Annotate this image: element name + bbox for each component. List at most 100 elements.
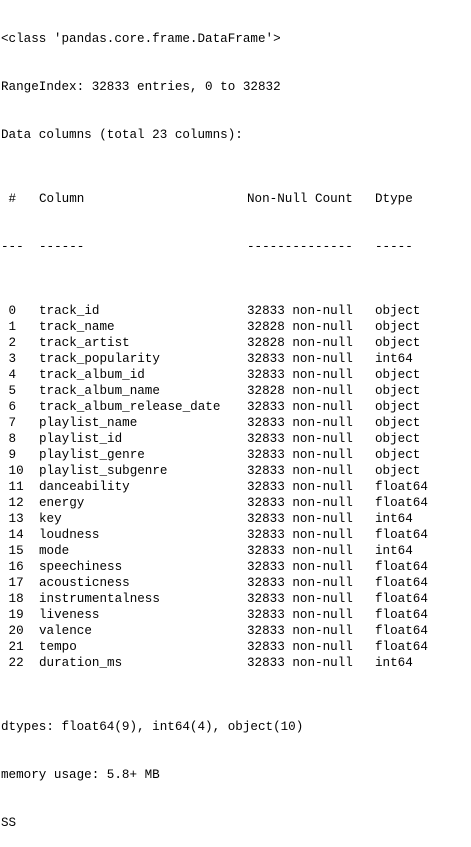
row-dtype: float64	[375, 576, 428, 590]
row-num: 6	[1, 400, 17, 414]
row-dtype: object	[375, 320, 421, 334]
row-num: 8	[1, 432, 17, 446]
table-row: 18 instrumentalness 32833 non-null float64	[1, 591, 469, 607]
dtypes-line: dtypes: float64(9), int64(4), object(10)	[1, 719, 469, 735]
row-column: track_album_release_date	[39, 400, 221, 414]
row-dtype: float64	[375, 592, 428, 606]
row-count: 32828 non-null	[247, 384, 353, 398]
table-row: 0 track_id 32833 non-null object	[1, 303, 469, 319]
row-column: playlist_id	[39, 432, 123, 446]
row-num: 10	[1, 464, 24, 478]
table-row: 15 mode 32833 non-null int64	[1, 543, 469, 559]
row-column: liveness	[39, 608, 100, 622]
table-row: 5 track_album_name 32828 non-null object	[1, 383, 469, 399]
table-row: 1 track_name 32828 non-null object	[1, 319, 469, 335]
row-column: playlist_name	[39, 416, 138, 430]
row-column: loudness	[39, 528, 100, 542]
header-column: Column	[39, 192, 85, 206]
row-num: 18	[1, 592, 24, 606]
row-num: 5	[1, 384, 17, 398]
row-count: 32828 non-null	[247, 336, 353, 350]
row-dtype: object	[375, 384, 421, 398]
row-count: 32833 non-null	[247, 624, 353, 638]
class-line: <class 'pandas.core.frame.DataFrame'>	[1, 31, 469, 47]
row-dtype: float64	[375, 608, 428, 622]
row-count: 32833 non-null	[247, 560, 353, 574]
row-num: 14	[1, 528, 24, 542]
row-num: 22	[1, 656, 24, 670]
row-dtype: object	[375, 336, 421, 350]
row-count: 32833 non-null	[247, 544, 353, 558]
row-num: 9	[1, 448, 17, 462]
table-row: 17 acousticness 32833 non-null float64	[1, 575, 469, 591]
row-count: 32833 non-null	[247, 640, 353, 654]
row-column: playlist_subgenre	[39, 464, 168, 478]
row-num: 3	[1, 352, 17, 366]
header-count: Non-Null Count	[247, 192, 353, 206]
class-line-text: <class 'pandas.core.frame.DataFrame'>	[1, 32, 281, 46]
row-column: acousticness	[39, 576, 130, 590]
row-num: 0	[1, 304, 17, 318]
row-num: 4	[1, 368, 17, 382]
row-count: 32833 non-null	[247, 512, 353, 526]
data-columns-line: Data columns (total 23 columns):	[1, 127, 469, 143]
row-column: track_album_name	[39, 384, 160, 398]
row-num: 19	[1, 608, 24, 622]
prompt-text: SS	[1, 816, 17, 830]
row-dtype: object	[375, 416, 421, 430]
row-column: danceability	[39, 480, 130, 494]
row-dtype: int64	[375, 656, 413, 670]
row-num: 13	[1, 512, 24, 526]
row-count: 32833 non-null	[247, 368, 353, 382]
row-column: instrumentalness	[39, 592, 160, 606]
prompt-line: SS	[1, 815, 469, 831]
rule-column: ------	[39, 240, 85, 254]
row-column: track_name	[39, 320, 115, 334]
row-dtype: float64	[375, 496, 428, 510]
row-dtype: float64	[375, 480, 428, 494]
row-dtype: int64	[375, 512, 413, 526]
row-count: 32833 non-null	[247, 592, 353, 606]
row-num: 16	[1, 560, 24, 574]
row-count: 32833 non-null	[247, 448, 353, 462]
table-rule: --- ------ -------------- -----	[1, 239, 469, 255]
table-row: 9 playlist_genre 32833 non-null object	[1, 447, 469, 463]
row-dtype: float64	[375, 640, 428, 654]
row-count: 32833 non-null	[247, 608, 353, 622]
row-count: 32833 non-null	[247, 464, 353, 478]
rule-num: ---	[1, 240, 24, 254]
row-dtype: float64	[375, 560, 428, 574]
row-num: 15	[1, 544, 24, 558]
row-column: playlist_genre	[39, 448, 145, 462]
table-row: 19 liveness 32833 non-null float64	[1, 607, 469, 623]
table-row: 21 tempo 32833 non-null float64	[1, 639, 469, 655]
row-dtype: float64	[375, 624, 428, 638]
row-column: valence	[39, 624, 92, 638]
row-num: 17	[1, 576, 24, 590]
row-count: 32833 non-null	[247, 496, 353, 510]
table-row: 3 track_popularity 32833 non-null int64	[1, 351, 469, 367]
table-row: 10 playlist_subgenre 32833 non-null object	[1, 463, 469, 479]
range-index-line: RangeIndex: 32833 entries, 0 to 32832	[1, 79, 469, 95]
table-row: 13 key 32833 non-null int64	[1, 511, 469, 527]
table-row: 16 speechiness 32833 non-null float64	[1, 559, 469, 575]
row-dtype: float64	[375, 528, 428, 542]
row-column: key	[39, 512, 62, 526]
table-rows: 0 track_id 32833 non-null object 1 track_nam…	[1, 303, 469, 671]
row-column: tempo	[39, 640, 77, 654]
range-index-text: RangeIndex: 32833 entries, 0 to 32832	[1, 80, 281, 94]
table-row: 2 track_artist 32828 non-null object	[1, 335, 469, 351]
table-row: 8 playlist_id 32833 non-null object	[1, 431, 469, 447]
rule-count: --------------	[247, 240, 353, 254]
row-count: 32828 non-null	[247, 320, 353, 334]
row-dtype: int64	[375, 352, 413, 366]
table-row: 11 danceability 32833 non-null float64	[1, 479, 469, 495]
row-num: 12	[1, 496, 24, 510]
header-dtype: Dtype	[375, 192, 413, 206]
table-row: 4 track_album_id 32833 non-null object	[1, 367, 469, 383]
row-count: 32833 non-null	[247, 400, 353, 414]
row-count: 32833 non-null	[247, 656, 353, 670]
row-num: 2	[1, 336, 17, 350]
memory-line: memory usage: 5.8+ MB	[1, 767, 469, 783]
row-column: speechiness	[39, 560, 123, 574]
